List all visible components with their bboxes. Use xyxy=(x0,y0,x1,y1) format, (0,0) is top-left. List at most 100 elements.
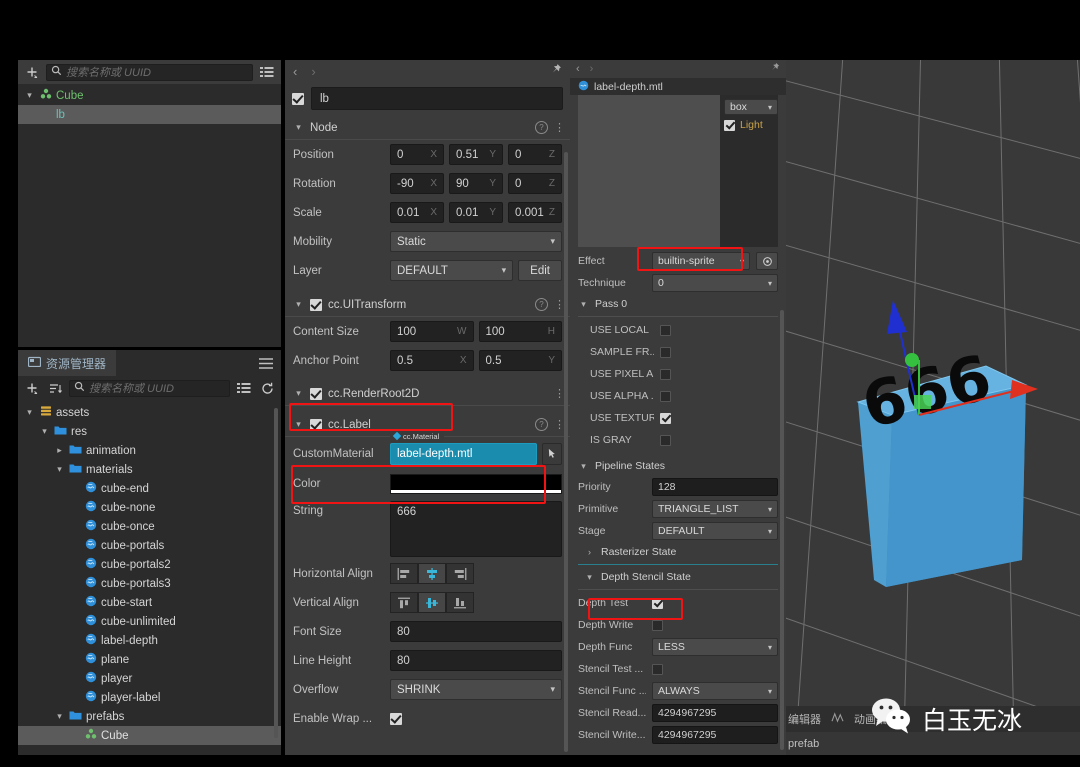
content-size-h-input[interactable]: 100 H xyxy=(478,321,562,342)
help-icon[interactable]: ? xyxy=(535,418,548,431)
position-y-input[interactable]: 0.51 Y xyxy=(449,144,503,165)
depth-stencil-state-header[interactable]: ▾ Depth Stencil State xyxy=(570,567,786,587)
preview-light-checkbox[interactable] xyxy=(724,119,735,131)
node-enabled-checkbox[interactable] xyxy=(292,92,304,105)
chevron-down-icon[interactable]: ▾ xyxy=(54,711,65,722)
custom-material-picker-button[interactable] xyxy=(542,442,562,465)
stage-select[interactable]: DEFAULT ▾ xyxy=(652,522,778,540)
horizontal-align-group[interactable] xyxy=(390,563,474,584)
material-panel-scrollbar[interactable] xyxy=(780,310,784,750)
layer-edit-button[interactable]: Edit xyxy=(518,260,562,281)
enable-wrap-checkbox[interactable] xyxy=(390,712,402,725)
tree-row[interactable]: Cube xyxy=(18,726,281,745)
uitransform-header[interactable]: ▾ cc.UITransform ? ⋮ xyxy=(285,293,570,317)
depth-write-checkbox[interactable] xyxy=(652,619,663,631)
anchor-y-input[interactable]: 0.5 Y xyxy=(478,350,562,371)
overflow-select[interactable]: SHRINK ▾ xyxy=(390,679,562,700)
tree-row[interactable]: cube-none xyxy=(18,498,281,517)
kebab-menu-icon[interactable]: ⋮ xyxy=(554,418,565,431)
depth-func-select[interactable]: LESS ▾ xyxy=(652,638,778,656)
custom-material-input[interactable]: label-depth.mtl xyxy=(390,442,537,465)
chevron-down-icon[interactable]: ▾ xyxy=(293,299,304,310)
scene-viewport[interactable]: 666 xyxy=(786,60,1080,706)
label-enabled-checkbox[interactable] xyxy=(310,418,322,431)
vertical-align-group[interactable] xyxy=(390,592,474,613)
rotation-y-input[interactable]: 90 Y xyxy=(449,173,503,194)
line-height-input[interactable]: 80 xyxy=(390,650,562,671)
align-top-icon[interactable] xyxy=(390,592,418,613)
tree-row[interactable]: ▾ Cube xyxy=(18,86,281,105)
hamburger-icon[interactable] xyxy=(257,354,275,372)
chevron-right-icon[interactable]: › xyxy=(590,63,594,75)
chevron-right-icon[interactable]: › xyxy=(584,547,595,557)
list-view-icon[interactable] xyxy=(258,63,276,81)
chevron-right-icon[interactable]: ▸ xyxy=(54,445,65,456)
material-preview[interactable]: box ▾ Light xyxy=(578,95,778,247)
primitive-select[interactable]: TRIANGLE_LIST ▾ xyxy=(652,500,778,518)
scene-canvas[interactable]: 666 xyxy=(786,60,1080,706)
tree-row[interactable]: ▾ prefabs xyxy=(18,707,281,726)
position-z-input[interactable]: 0Z xyxy=(508,144,562,165)
tab-assets[interactable]: 资源管理器 xyxy=(18,350,117,376)
stencil-test-checkbox[interactable] xyxy=(652,663,663,675)
label-color-swatch[interactable] xyxy=(390,473,562,494)
technique-select[interactable]: 0 ▾ xyxy=(652,274,778,292)
chevron-right-icon[interactable]: › xyxy=(311,64,315,79)
list-view-icon[interactable] xyxy=(235,379,253,397)
label-string-textarea[interactable]: 666 xyxy=(390,501,562,557)
chevron-left-icon[interactable]: ‹ xyxy=(576,63,580,75)
node-name-input[interactable]: lb xyxy=(311,87,563,110)
tree-row[interactable]: plane xyxy=(18,650,281,669)
chevron-down-icon[interactable]: ▾ xyxy=(54,464,65,475)
chevron-down-icon[interactable]: ▾ xyxy=(24,90,35,101)
tree-row[interactable]: cube-start xyxy=(18,593,281,612)
refresh-icon[interactable] xyxy=(258,379,276,397)
tree-row[interactable]: label-depth xyxy=(18,631,281,650)
add-asset-icon[interactable] xyxy=(23,379,41,397)
shader-define-checkbox[interactable] xyxy=(660,390,671,402)
assets-tree[interactable]: ▾ assets ▾ res ▸ animation ▾ materials cube-end c… xyxy=(18,400,281,745)
tree-row[interactable]: cube-unlimited xyxy=(18,612,281,631)
tree-row[interactable]: player-label xyxy=(18,688,281,707)
stencil-func-select[interactable]: ALWAYS ▾ xyxy=(652,682,778,700)
rasterizer-state-header[interactable]: › Rasterizer State xyxy=(570,542,786,562)
align-middle-icon[interactable] xyxy=(418,592,446,613)
chevron-down-icon[interactable]: ▾ xyxy=(578,299,589,310)
chevron-left-icon[interactable]: ‹ xyxy=(293,64,297,79)
chevron-down-icon[interactable]: ▾ xyxy=(39,426,50,437)
align-bottom-icon[interactable] xyxy=(446,592,474,613)
material-preview-canvas[interactable] xyxy=(578,95,720,247)
rotation-x-input[interactable]: -90 X xyxy=(390,173,444,194)
scale-z-input[interactable]: 0.001 Z xyxy=(508,202,562,223)
align-right-icon[interactable] xyxy=(446,563,474,584)
effect-select[interactable]: builtin-sprite ▾ xyxy=(652,252,750,270)
shader-define-checkbox[interactable] xyxy=(660,346,671,358)
scale-y-input[interactable]: 0.01 Y xyxy=(449,202,503,223)
tree-row[interactable]: cube-portals xyxy=(18,536,281,555)
priority-input[interactable]: 128 xyxy=(652,478,778,496)
tree-row[interactable]: ▾ res xyxy=(18,422,281,441)
align-center-icon[interactable] xyxy=(418,563,446,584)
tree-row[interactable]: cube-portals3 xyxy=(18,574,281,593)
pin-icon[interactable] xyxy=(549,63,562,79)
stencil-write-mask-input[interactable]: 4294967295 xyxy=(652,726,778,744)
scale-x-input[interactable]: 0.01 X xyxy=(390,202,444,223)
tree-row[interactable]: cube-end xyxy=(18,479,281,498)
inspector-scrollbar[interactable] xyxy=(564,152,568,752)
font-size-input[interactable]: 80 xyxy=(390,621,562,642)
anchor-x-input[interactable]: 0.5 X xyxy=(390,350,474,371)
chevron-down-icon[interactable]: ▾ xyxy=(578,461,589,472)
position-x-input[interactable]: 0X xyxy=(390,144,444,165)
kebab-menu-icon[interactable]: ⋮ xyxy=(554,298,565,311)
pipeline-states-header[interactable]: ▾ Pipeline States xyxy=(570,456,786,476)
chevron-down-icon[interactable]: ▾ xyxy=(293,122,304,133)
sort-icon[interactable] xyxy=(46,379,64,397)
uitransform-enabled-checkbox[interactable] xyxy=(310,298,322,311)
effect-locate-button[interactable] xyxy=(756,252,778,270)
tree-row[interactable]: cube-portals2 xyxy=(18,555,281,574)
chevron-down-icon[interactable]: ▾ xyxy=(584,572,595,583)
mobility-select[interactable]: Static ▾ xyxy=(390,231,562,252)
hierarchy-tree[interactable]: ▾ Cube lb xyxy=(18,84,281,124)
node-section-header[interactable]: ▾ Node ? ⋮ xyxy=(285,116,570,140)
tab-editor-label[interactable]: 编辑器 xyxy=(788,711,821,727)
